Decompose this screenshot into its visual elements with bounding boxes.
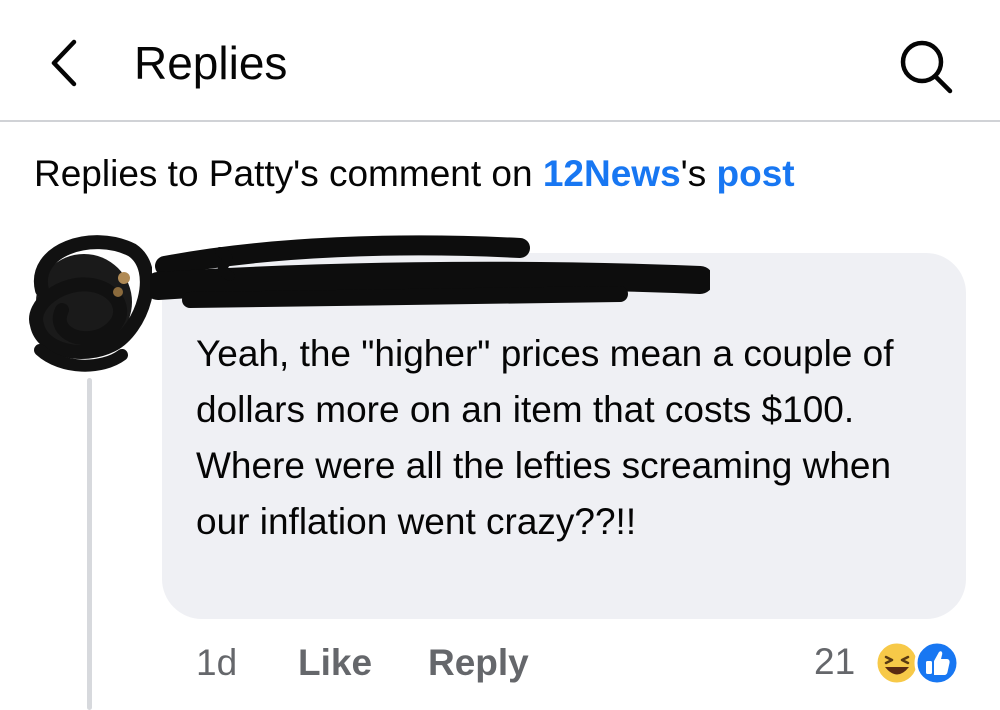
top-bar: Replies: [0, 0, 1000, 122]
search-button[interactable]: [896, 36, 956, 96]
page-title: Replies: [134, 37, 288, 89]
post-link[interactable]: post: [717, 153, 795, 194]
comment-timestamp[interactable]: 1d: [196, 638, 237, 688]
chevron-left-icon: [51, 39, 77, 87]
like-icon: [914, 640, 960, 686]
context-possessive: 's: [680, 153, 717, 194]
thread-line: [87, 378, 92, 710]
replies-context: Replies to Patty's comment on 12News's p…: [34, 150, 795, 198]
replies-screen: Replies Replies to Patty's comment on 12…: [0, 0, 1000, 710]
page-name-link[interactable]: 12News: [543, 153, 681, 194]
search-icon: [900, 40, 953, 94]
reaction-count: 21: [814, 641, 856, 682]
reply-button[interactable]: Reply: [428, 638, 529, 688]
like-button[interactable]: Like: [298, 638, 372, 688]
redacted-avatar[interactable]: [22, 220, 152, 380]
context-prefix: Replies to Patty's comment on: [34, 153, 543, 194]
redacted-name-scribble: [150, 235, 710, 308]
comment-text: Yeah, the "higher" prices mean a couple …: [196, 333, 894, 542]
back-button[interactable]: [40, 36, 90, 90]
